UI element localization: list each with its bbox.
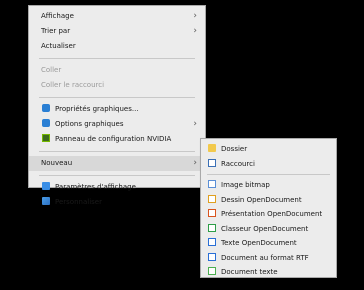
menu-item-view[interactable]: Affichage › — [29, 9, 205, 24]
menu-item-new[interactable]: Nouveau › — [29, 156, 205, 171]
menu-item-label: Propriétés graphiques... — [55, 105, 139, 113]
intel-graphics-icon — [42, 119, 50, 127]
menu-item-personalize[interactable]: Personnaliser — [29, 195, 205, 210]
new-submenu: Dossier Raccourci Image bitmap Dessin Op… — [200, 138, 337, 278]
menu-item-label: Dossier — [221, 145, 248, 153]
display-icon — [42, 182, 50, 190]
menu-item-label: Document texte — [221, 268, 278, 276]
menu-item-refresh[interactable]: Actualiser — [29, 39, 205, 54]
submenu-item-drawing[interactable]: Dessin OpenDocument — [201, 193, 336, 208]
intel-graphics-icon — [42, 104, 50, 112]
menu-item-label: Texte OpenDocument — [221, 239, 297, 247]
menu-item-label: Nouveau — [41, 159, 73, 167]
submenu-item-rtf-document[interactable]: Document au format RTF — [201, 251, 336, 266]
menu-item-label: Classeur OpenDocument — [221, 224, 309, 233]
drawing-icon — [208, 194, 216, 203]
menu-item-label: Affichage — [41, 12, 74, 20]
submenu-item-text-document[interactable]: Texte OpenDocument — [201, 236, 336, 251]
spreadsheet-icon — [208, 223, 216, 232]
menu-separator — [39, 58, 195, 59]
submenu-item-bitmap-image[interactable]: Image bitmap — [201, 178, 336, 193]
menu-item-label: Présentation OpenDocument — [221, 210, 323, 218]
nvidia-icon — [42, 134, 50, 142]
personalize-icon — [42, 197, 50, 205]
menu-item-paste-shortcut: Coller le raccourci — [29, 78, 205, 93]
writer-icon — [208, 238, 216, 246]
chevron-right-icon: › — [193, 26, 197, 36]
menu-item-label: Coller — [41, 66, 62, 74]
menu-item-label: Coller le raccourci — [41, 81, 105, 89]
submenu-item-spreadsheet[interactable]: Classeur OpenDocument — [201, 222, 336, 237]
submenu-item-folder[interactable]: Dossier — [201, 142, 336, 157]
submenu-item-shortcut[interactable]: Raccourci — [201, 157, 336, 172]
menu-item-nvidia-control-panel[interactable]: Panneau de configuration NVIDIA — [29, 132, 205, 147]
menu-item-sort-by[interactable]: Trier par › — [29, 24, 205, 39]
menu-item-label: Dessin OpenDocument — [221, 195, 302, 204]
menu-separator — [39, 151, 195, 152]
menu-item-label: Options graphiques — [55, 120, 124, 128]
menu-item-label: Image bitmap — [221, 181, 270, 189]
menu-item-label: Personnaliser — [55, 198, 102, 206]
menu-separator — [207, 174, 330, 175]
chevron-right-icon: › — [193, 11, 197, 21]
menu-item-graphics-properties[interactable]: Propriétés graphiques... — [29, 102, 205, 117]
menu-item-label: Trier par — [41, 27, 71, 35]
folder-icon — [208, 144, 216, 152]
presentation-icon — [208, 209, 216, 217]
shortcut-icon — [208, 158, 216, 167]
menu-item-graphics-options[interactable]: Options graphiques › — [29, 117, 205, 132]
menu-item-label: Document au format RTF — [221, 253, 309, 262]
bitmap-icon — [208, 180, 216, 188]
submenu-item-presentation[interactable]: Présentation OpenDocument — [201, 207, 336, 222]
menu-separator — [39, 175, 195, 176]
chevron-right-icon: › — [193, 119, 197, 129]
menu-item-label: Paramètres d'affichage — [55, 183, 136, 191]
writer-icon — [208, 252, 216, 261]
submenu-item-plain-text[interactable]: Document texte — [201, 265, 336, 280]
menu-item-label: Panneau de configuration NVIDIA — [55, 135, 172, 143]
menu-item-display-settings[interactable]: Paramètres d'affichage — [29, 180, 205, 195]
menu-item-label: Actualiser — [41, 42, 76, 50]
menu-item-label: Raccourci — [221, 159, 255, 168]
chevron-right-icon: › — [193, 158, 197, 168]
text-file-icon — [208, 267, 216, 275]
menu-separator — [39, 97, 195, 98]
menu-item-paste: Coller — [29, 63, 205, 78]
desktop-context-menu: Affichage › Trier par › Actualiser Colle… — [28, 5, 206, 206]
